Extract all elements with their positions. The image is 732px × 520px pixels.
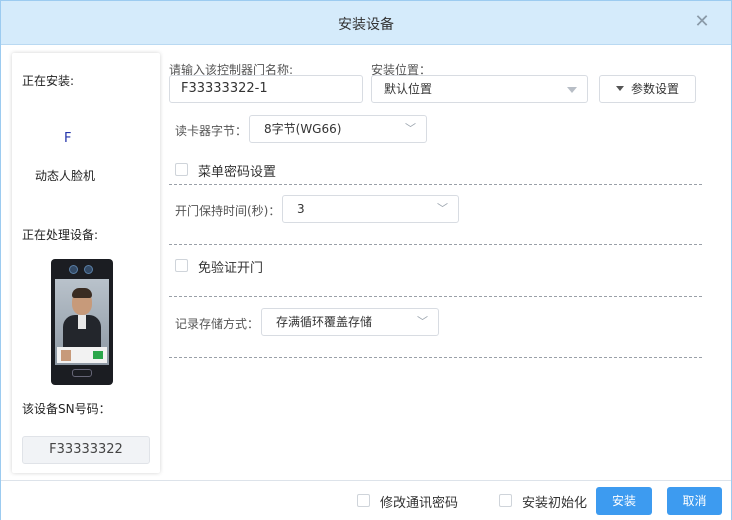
sn-label: 该设备SN号码： (22, 402, 111, 416)
door-hold-value: 3 (297, 202, 305, 216)
dialog-titlebar: 安装设备 ✕ (1, 1, 731, 45)
device-info-panel: 正在安装: F 动态人脸机 正在处理设备: 该设备SN号码： F33333322 (12, 53, 160, 473)
no-verify-checkbox[interactable] (175, 259, 188, 272)
menu-password-checkbox[interactable] (175, 163, 188, 176)
face-terminal-image (51, 259, 113, 385)
door-hold-label: 开门保持时间(秒)： (175, 204, 281, 218)
param-settings-button[interactable]: 参数设置 (599, 75, 696, 103)
install-device-dialog: 安装设备 ✕ 正在安装: F 动态人脸机 正在处理设备: 该设备SN号码： F3… (0, 0, 732, 520)
divider (169, 244, 702, 245)
location-select[interactable]: 默认位置 (371, 75, 588, 103)
card-bytes-label: 读卡器字节： (175, 124, 248, 138)
installing-label: 正在安装: (22, 74, 75, 88)
chevron-down-icon: ﹀ (405, 122, 416, 135)
door-hold-select[interactable]: 3 ﹀ (282, 195, 459, 223)
chevron-down-icon: ﹀ (417, 315, 428, 328)
divider (169, 296, 702, 297)
install-init-label: 安装初始化 (522, 496, 588, 511)
processing-label: 正在处理设备: (22, 228, 99, 242)
door-name-input[interactable]: F33333322-1 (169, 75, 363, 103)
sn-value: F33333322 (22, 436, 150, 464)
card-bytes-value: 8字节(WG66) (264, 122, 342, 136)
location-value: 默认位置 (384, 82, 433, 96)
dialog-footer: 修改通讯密码 安装初始化 安装 取消 (1, 480, 731, 520)
recognition-card (57, 347, 107, 363)
cancel-button[interactable]: 取消 (667, 487, 722, 515)
camera-lens (84, 265, 93, 274)
record-storage-select[interactable]: 存满循环覆盖存储 ﹀ (261, 308, 439, 336)
param-settings-label: 参数设置 (630, 82, 679, 96)
divider (169, 357, 702, 358)
device-model: F (64, 131, 72, 146)
install-init-checkbox[interactable] (499, 494, 512, 507)
menu-password-label: 菜单密码设置 (198, 165, 277, 180)
dialog-title: 安装设备 (338, 17, 394, 33)
camera-lens (69, 265, 78, 274)
record-storage-label: 记录存储方式： (175, 317, 260, 331)
record-storage-value: 存满循环覆盖存储 (276, 315, 373, 329)
dropdown-caret-icon (567, 87, 577, 93)
device-type: 动态人脸机 (35, 169, 96, 183)
change-password-label: 修改通讯密码 (380, 496, 459, 511)
device-logo (72, 369, 92, 377)
device-screen (55, 279, 109, 365)
close-icon[interactable]: ✕ (691, 11, 713, 33)
install-button[interactable]: 安装 (596, 487, 652, 515)
change-password-checkbox[interactable] (357, 494, 370, 507)
caret-down-icon (615, 86, 624, 91)
chevron-down-icon: ﹀ (437, 202, 448, 215)
card-bytes-select[interactable]: 8字节(WG66) ﹀ (249, 115, 427, 143)
divider (169, 184, 702, 185)
no-verify-label: 免验证开门 (198, 261, 264, 276)
